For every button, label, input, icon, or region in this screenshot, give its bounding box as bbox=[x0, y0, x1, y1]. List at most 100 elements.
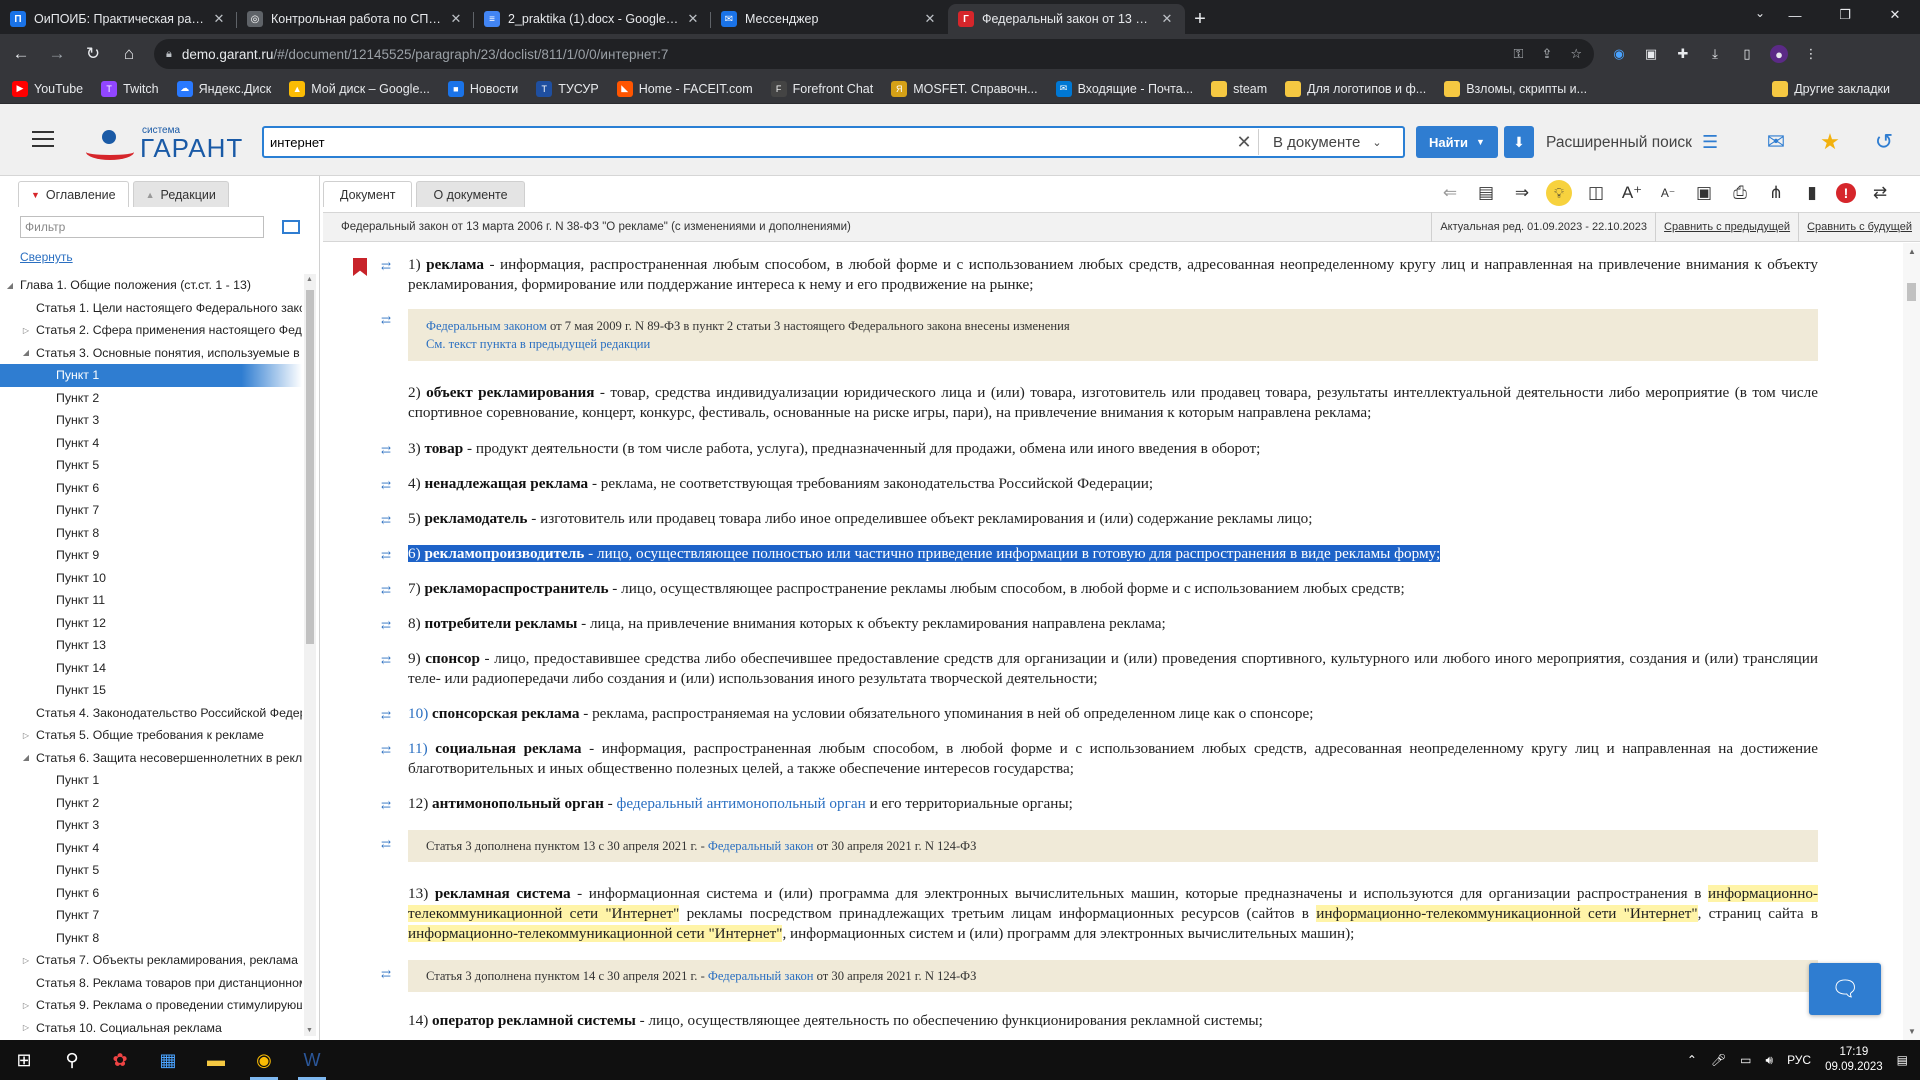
mail-user-icon[interactable]: ✉ bbox=[1760, 126, 1792, 158]
edit-marker-icon[interactable]: ⇄ bbox=[381, 799, 395, 811]
tree-item[interactable]: Статья 4. Законодательство Российской Фе… bbox=[0, 702, 302, 725]
scroll-down-icon[interactable]: ▼ bbox=[306, 1027, 313, 1034]
warning-icon[interactable]: ! bbox=[1836, 183, 1856, 203]
tab-contents[interactable]: ▼ Оглавление bbox=[18, 181, 129, 207]
collapse-link[interactable]: Свернуть bbox=[20, 250, 73, 264]
edit-marker-icon[interactable]: ⇄ bbox=[381, 968, 395, 980]
browser-tab[interactable]: ≡ 2_praktika (1).docx - Google Док ✕ bbox=[474, 4, 711, 34]
tree-item[interactable]: Пункт 15 bbox=[0, 679, 302, 702]
tree-toggle-icon[interactable]: ▷ bbox=[20, 1001, 32, 1010]
tree-item[interactable]: Пункт 6 bbox=[0, 477, 302, 500]
chat-support-button[interactable]: 🗨︎ bbox=[1809, 963, 1881, 1015]
para-number-link[interactable]: 10) bbox=[408, 705, 428, 722]
clock[interactable]: 17:19 09.09.2023 bbox=[1825, 1045, 1883, 1075]
tab-editions[interactable]: ▲ Редакции bbox=[132, 181, 229, 207]
download-icon[interactable]: ⤓ bbox=[1706, 45, 1724, 63]
edit-marker-icon[interactable]: ⇄ bbox=[381, 709, 395, 721]
scroll-down-icon[interactable]: ▼ bbox=[1908, 1027, 1916, 1036]
advanced-search-link[interactable]: Расширенный поиск ☰ bbox=[1546, 132, 1718, 153]
bulb-icon[interactable]: 💡︎ bbox=[1546, 180, 1572, 206]
tree-item[interactable]: Пункт 7 bbox=[0, 904, 302, 927]
tree-toggle-icon[interactable]: ▷ bbox=[20, 956, 32, 965]
bookmark-item[interactable]: ▶ YouTube bbox=[12, 80, 83, 97]
microphone-icon[interactable]: 🎤︎ bbox=[1711, 1053, 1726, 1067]
reload-icon[interactable]: ↻ bbox=[78, 39, 108, 69]
tab-close-icon[interactable]: ✕ bbox=[211, 11, 227, 27]
maximize-icon[interactable]: ❐ bbox=[1820, 0, 1870, 30]
tree-item[interactable]: Статья 8. Реклама товаров при дистанцион… bbox=[0, 972, 302, 995]
law-link[interactable]: Федеральный закон bbox=[708, 969, 814, 983]
bookmark-item[interactable]: F Forefront Chat bbox=[770, 80, 873, 97]
left-scrollbar[interactable]: ▲ ▼ bbox=[304, 274, 316, 1036]
document-icon[interactable]: ▤ bbox=[1474, 181, 1498, 205]
edit-marker-icon[interactable]: ⇄ bbox=[381, 619, 395, 631]
tree-item[interactable]: ▷ Статья 9. Реклама о проведении стимулир… bbox=[0, 994, 302, 1017]
tree-item[interactable]: ▷ Статья 5. Общие требования к рекламе bbox=[0, 724, 302, 747]
minimize-icon[interactable]: — bbox=[1770, 0, 1820, 30]
tree-item[interactable]: ◢ Статья 3. Основные понятия, используемы… bbox=[0, 342, 302, 365]
chrome-icon[interactable]: ◉ bbox=[240, 1040, 288, 1080]
lock-icon[interactable]: 🔒︎ bbox=[166, 48, 172, 61]
tree-toggle-icon[interactable]: ◢ bbox=[20, 348, 32, 357]
edition-label[interactable]: Актуальная ред. 01.09.2023 - 22.10.2023 bbox=[1431, 212, 1655, 242]
tree-item[interactable]: Пункт 10 bbox=[0, 567, 302, 590]
sidepanel-icon[interactable]: ▯ bbox=[1738, 45, 1756, 63]
search-icon[interactable]: ⚲ bbox=[48, 1040, 96, 1080]
export-icon[interactable]: ⇄ bbox=[1868, 181, 1892, 205]
tab-close-icon[interactable]: ✕ bbox=[685, 11, 701, 27]
app-icon[interactable]: ✿ bbox=[96, 1040, 144, 1080]
font-increase-icon[interactable]: A⁺ bbox=[1620, 181, 1644, 205]
tree-item[interactable]: ◢ Статья 6. Защита несовершеннолетних в р… bbox=[0, 747, 302, 770]
edit-marker-icon[interactable]: ⇄ bbox=[381, 314, 395, 326]
tree-item-selected[interactable]: Пункт 1 bbox=[0, 364, 302, 387]
download-arrow-button[interactable]: ⬇ bbox=[1504, 126, 1534, 158]
tree-item[interactable]: Пункт 4 bbox=[0, 837, 302, 860]
tree-toggle-icon[interactable]: ▷ bbox=[20, 731, 32, 740]
tree-item[interactable]: Пункт 14 bbox=[0, 657, 302, 680]
edit-marker-icon[interactable]: ⇄ bbox=[381, 514, 395, 526]
tree-item[interactable]: Пункт 3 bbox=[0, 409, 302, 432]
puzzle-icon[interactable]: ✚ bbox=[1674, 45, 1692, 63]
star-icon[interactable]: ☆ bbox=[1570, 46, 1582, 62]
tree-item[interactable]: Статья 1. Цели настоящего Федерального з… bbox=[0, 297, 302, 320]
tree-item[interactable]: Пункт 8 bbox=[0, 927, 302, 950]
volume-icon[interactable]: 🔊︎ bbox=[1766, 1053, 1774, 1068]
share-icon[interactable]: ⇪ bbox=[1541, 46, 1552, 62]
tree-item[interactable]: Пункт 2 bbox=[0, 792, 302, 815]
tree-item[interactable]: ▷ Статья 10. Социальная реклама bbox=[0, 1017, 302, 1037]
filter-input[interactable]: Фильтр bbox=[20, 216, 264, 238]
bookmark-item[interactable]: ■ Новости bbox=[447, 80, 518, 97]
edit-marker-icon[interactable]: ⇄ bbox=[381, 744, 395, 756]
document-scrollbar[interactable]: ▲ ▼ bbox=[1903, 243, 1920, 1040]
scroll-thumb[interactable] bbox=[1907, 283, 1916, 301]
tree-item[interactable]: ◢ Глава 1. Общие положения (ст.ст. 1 - 13… bbox=[0, 274, 302, 297]
extension-icon[interactable]: ▣ bbox=[1642, 45, 1660, 63]
network-icon[interactable]: ▭ bbox=[1740, 1053, 1751, 1067]
notifications-icon[interactable]: ▤ bbox=[1897, 1053, 1908, 1067]
tab-about-document[interactable]: О документе bbox=[416, 181, 525, 207]
edit-marker-icon[interactable]: ⇄ bbox=[381, 549, 395, 561]
other-bookmarks[interactable]: Другие закладки bbox=[1772, 80, 1890, 97]
share-icon[interactable]: ⋔ bbox=[1764, 181, 1788, 205]
edit-marker-icon[interactable]: ⇄ bbox=[381, 838, 395, 850]
key-icon[interactable]: ⚿ bbox=[1514, 46, 1524, 62]
tree-item[interactable]: ▷ Статья 2. Сфера применения настоящего Ф… bbox=[0, 319, 302, 342]
bookmark-item[interactable]: ▲ Мой диск – Google... bbox=[289, 80, 430, 97]
bookmark-item[interactable]: ✉ Входящие - Почта... bbox=[1055, 80, 1193, 97]
hamburger-menu-icon[interactable] bbox=[32, 131, 54, 147]
tab-close-icon[interactable]: ✕ bbox=[448, 11, 464, 27]
back-icon[interactable]: ← bbox=[6, 39, 36, 69]
compare-future-link[interactable]: Сравнить с будущей bbox=[1798, 212, 1920, 242]
tree-item[interactable]: Пункт 7 bbox=[0, 499, 302, 522]
filter-window-icon[interactable] bbox=[282, 220, 300, 234]
bookmark-flag-icon[interactable] bbox=[353, 258, 367, 276]
scroll-up-icon[interactable]: ▲ bbox=[1908, 247, 1916, 256]
bookmark-item[interactable]: ☁ Яндекс.Диск bbox=[176, 80, 271, 97]
print-icon[interactable]: ⎙ bbox=[1728, 181, 1752, 205]
favorite-star-icon[interactable]: ★ bbox=[1814, 126, 1846, 158]
tab-search-icon[interactable]: ⌄ bbox=[1755, 6, 1765, 20]
tree-item[interactable]: Пункт 3 bbox=[0, 814, 302, 837]
tree-item[interactable]: Пункт 2 bbox=[0, 387, 302, 410]
address-bar[interactable]: 🔒︎ demo.garant.ru/#/document/12145525/pa… bbox=[154, 39, 1594, 69]
clear-search-icon[interactable]: ✕ bbox=[1230, 132, 1258, 153]
